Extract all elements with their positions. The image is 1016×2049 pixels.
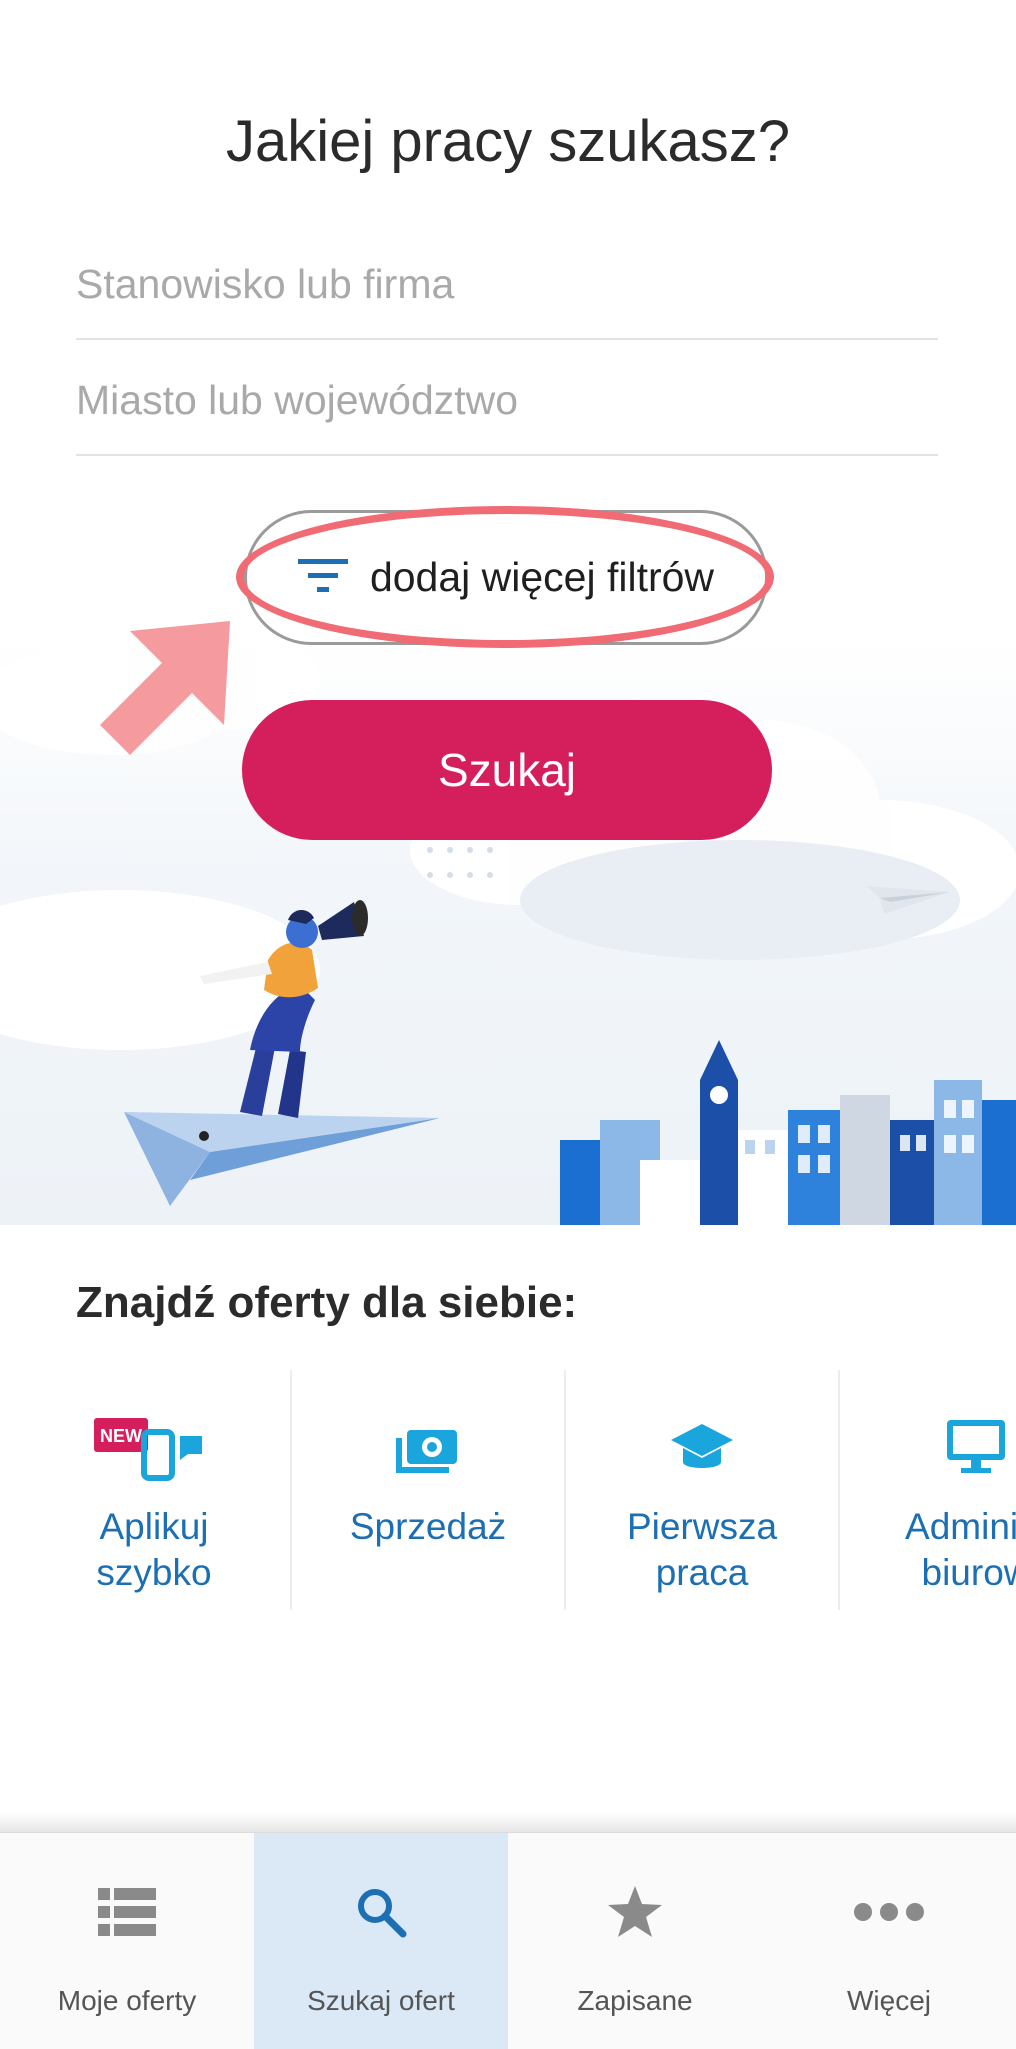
category-label: Pierwsza praca — [626, 1506, 778, 1593]
svg-text:NEW: NEW — [100, 1426, 142, 1446]
search-icon — [254, 1877, 508, 1947]
page-title: Jakiej pracy szukasz? — [225, 109, 791, 174]
graduation-cap-icon — [566, 1410, 838, 1490]
category-office-admin[interactable]: Administ biurow — [840, 1370, 1016, 1610]
offers-section-title: Znajdź oferty dla siebie: — [76, 1278, 578, 1327]
job-search-screen: Jakiej pracy szukasz? Stanowisko lub fir… — [0, 0, 1016, 2049]
location-input[interactable] — [76, 377, 938, 424]
nav-label: Moje oferty — [57, 1985, 197, 2016]
nav-label: Więcej — [846, 1985, 931, 2016]
position-field[interactable] — [76, 224, 938, 340]
position-input[interactable] — [76, 261, 938, 308]
nav-search-offers[interactable]: Szukaj ofert — [254, 1833, 508, 2049]
nav-saved[interactable]: Zapisane — [508, 1833, 762, 2049]
category-quick-apply[interactable]: NEW Aplikuj szybko — [18, 1370, 290, 1610]
list-icon — [0, 1877, 254, 1947]
nav-label: Szukaj ofert — [307, 1985, 455, 2016]
quick-apply-icon: NEW — [18, 1410, 290, 1490]
nav-my-offers[interactable]: Moje oferty — [0, 1833, 254, 2049]
star-icon — [508, 1877, 762, 1947]
category-label: Sprzedaż — [349, 1506, 507, 1547]
category-carousel[interactable]: NEW Aplikuj szybko Sprzedaż Pierwsza pra… — [0, 1370, 1016, 1610]
category-label: Administ biurow — [905, 1506, 1016, 1593]
bottom-navigation: Moje oferty Szukaj ofert Zapisane Więcej — [0, 1832, 1016, 2049]
category-first-job[interactable]: Pierwsza praca — [566, 1370, 838, 1610]
search-button[interactable]: Szukaj — [242, 700, 772, 840]
add-filters-button[interactable]: dodaj więcej filtrów — [244, 510, 768, 645]
city-skyline — [560, 1040, 1016, 1225]
nav-label: Zapisane — [577, 1985, 693, 2016]
filter-icon — [297, 557, 348, 598]
pointer-arrow-icon — [100, 621, 230, 755]
add-filters-label: dodaj więcej filtrów — [369, 554, 715, 600]
monitor-icon — [840, 1410, 1016, 1490]
category-sales[interactable]: Sprzedaż — [292, 1370, 564, 1610]
more-dots-icon — [762, 1877, 1016, 1947]
money-icon — [292, 1410, 564, 1490]
category-label: Aplikuj szybko — [96, 1506, 212, 1593]
nav-more[interactable]: Więcej — [762, 1833, 1016, 2049]
location-field[interactable] — [76, 340, 938, 456]
